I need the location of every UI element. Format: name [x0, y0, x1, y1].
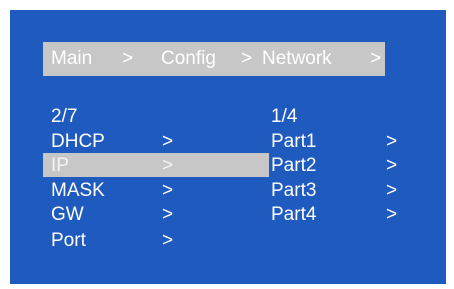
submenu-arrow: > — [162, 180, 174, 201]
submenu-arrow: > — [162, 204, 174, 225]
menu-label: Part3 — [271, 180, 317, 201]
menu-label: GW — [51, 204, 84, 225]
breadcrumb-main[interactable]: Main — [51, 42, 92, 76]
submenu-arrow: > — [386, 155, 398, 176]
menu-label: Part2 — [271, 155, 317, 176]
selection-highlight — [43, 153, 269, 177]
menu-label: IP — [51, 155, 69, 176]
left-page-indicator: 2/7 — [51, 106, 78, 127]
submenu-arrow: > — [386, 180, 398, 201]
breadcrumb-separator: > — [241, 48, 253, 69]
submenu-arrow: > — [386, 131, 398, 152]
breadcrumb: Main > Config > Network > — [43, 42, 385, 76]
menu-label: DHCP — [51, 131, 105, 152]
breadcrumb-network[interactable]: Network — [262, 42, 332, 76]
menu-label: MASK — [51, 180, 105, 201]
breadcrumb-separator: > — [370, 48, 382, 69]
osd-screen: Main > Config > Network > 2/7 1/4 DHCP >… — [10, 10, 446, 284]
menu-label: Part4 — [271, 204, 317, 225]
submenu-arrow: > — [162, 230, 174, 251]
menu-label: Port — [51, 230, 86, 251]
right-page-indicator: 1/4 — [271, 106, 298, 127]
breadcrumb-config[interactable]: Config — [161, 42, 216, 76]
menu-label: Part1 — [271, 131, 317, 152]
submenu-arrow: > — [162, 131, 174, 152]
breadcrumb-separator: > — [122, 48, 134, 69]
submenu-arrow: > — [386, 204, 398, 225]
submenu-arrow: > — [162, 155, 174, 176]
